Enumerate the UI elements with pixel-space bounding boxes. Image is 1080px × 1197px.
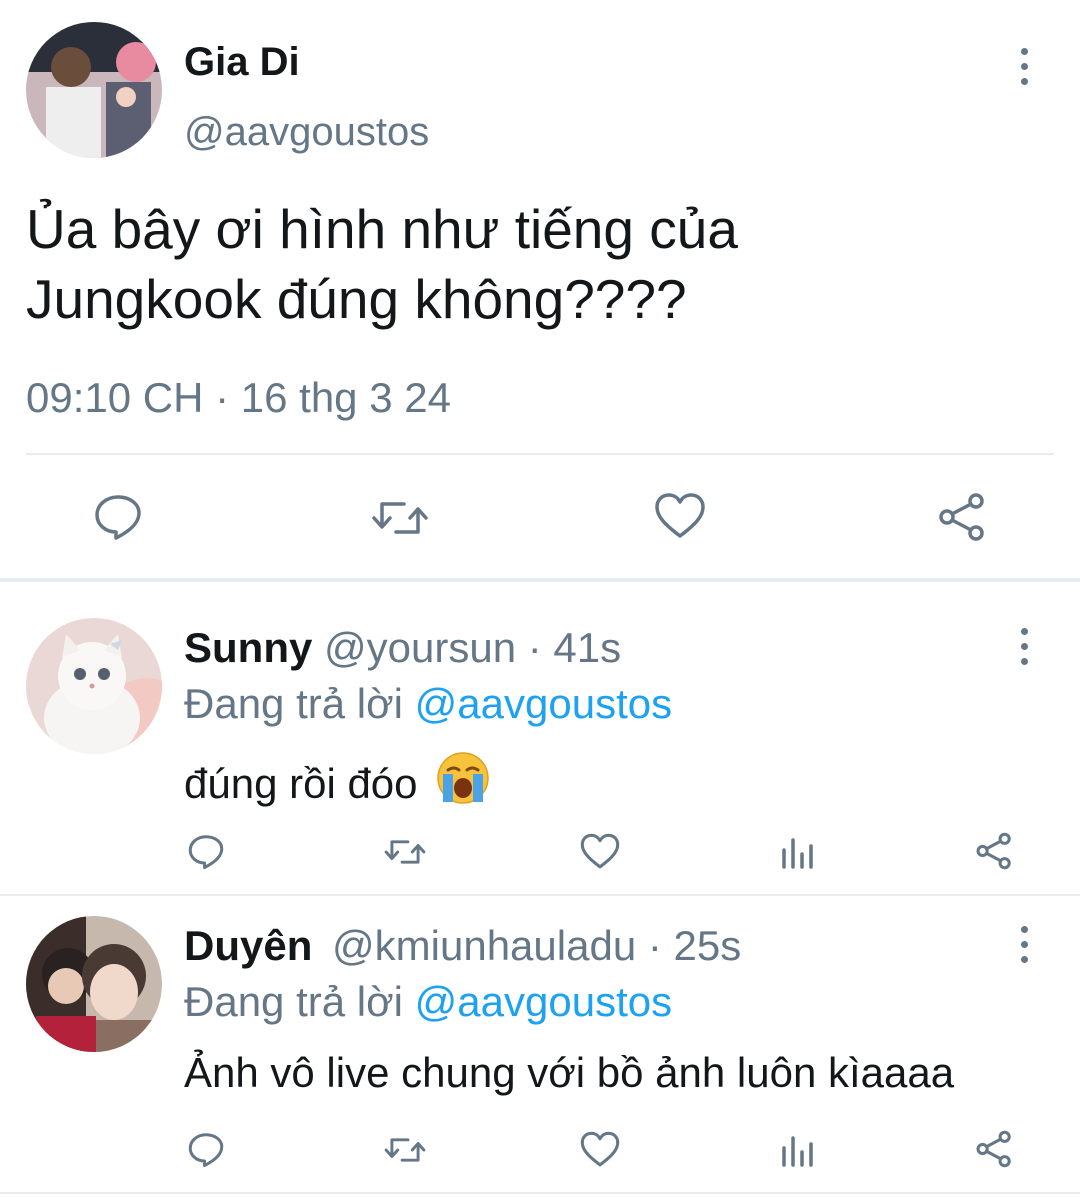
share-icon[interactable]: [974, 832, 1014, 870]
retweet-icon[interactable]: [383, 836, 427, 868]
reply-icon[interactable]: [188, 1130, 224, 1168]
reply-divider: [0, 1192, 1080, 1194]
like-icon[interactable]: [654, 492, 706, 540]
avatar[interactable]: [26, 618, 162, 754]
reply-text: Ảnh vô live chung với bồ ảnh luôn kìaaaa: [184, 1049, 955, 1096]
author-name[interactable]: Duyên: [184, 922, 312, 969]
replying-to: Đang trả lời @aavgoustos: [184, 978, 672, 1026]
reply-icon[interactable]: [94, 492, 142, 540]
divider: [26, 453, 1054, 455]
more-options-icon[interactable]: [1014, 926, 1034, 966]
share-icon[interactable]: [936, 492, 988, 542]
tweet-text-line-2: Jungkook đúng không????: [26, 268, 687, 330]
author-name[interactable]: Gia Di: [184, 38, 300, 86]
retweet-icon[interactable]: [383, 1134, 427, 1166]
share-icon[interactable]: [974, 1130, 1014, 1168]
reply-header: Sunny @yoursun · 41s: [184, 624, 621, 672]
reply-divider: [0, 894, 1080, 896]
avatar[interactable]: [26, 916, 162, 1052]
author-handle[interactable]: @kmiunhauladu: [332, 922, 636, 969]
tweet-text-line-1: Ủa bây ơi hình như tiếng của: [26, 198, 738, 260]
author-handle[interactable]: @aavgoustos: [184, 108, 429, 156]
analytics-icon[interactable]: [780, 836, 814, 870]
crying-emoji: [435, 750, 491, 817]
like-icon[interactable]: [580, 833, 620, 870]
replying-to-prefix: Đang trả lời: [184, 680, 403, 727]
reply-text: đúng rồi đóo: [184, 750, 491, 817]
reply-header: Duyên @kmiunhauladu · 25s: [184, 922, 741, 970]
replying-to: Đang trả lời @aavgoustos: [184, 680, 672, 728]
reply-time: · 41s: [527, 624, 622, 671]
section-divider: [0, 578, 1080, 582]
replying-to-prefix: Đang trả lời: [184, 978, 403, 1025]
tweet-timestamp[interactable]: 09:10 CH · 16 thg 3 24: [26, 374, 451, 422]
replying-to-handle[interactable]: @aavgoustos: [415, 680, 672, 727]
analytics-icon[interactable]: [780, 1134, 814, 1168]
more-options-icon[interactable]: [1014, 628, 1034, 668]
avatar[interactable]: [26, 22, 162, 158]
retweet-icon[interactable]: [370, 496, 430, 540]
author-handle[interactable]: @yoursun: [324, 624, 516, 671]
reply-time: · 25s: [647, 922, 742, 969]
like-icon[interactable]: [580, 1131, 620, 1168]
reply-text-content: đúng rồi đóo: [184, 760, 418, 807]
reply-icon[interactable]: [188, 832, 224, 870]
more-options-icon[interactable]: [1014, 48, 1034, 88]
author-name[interactable]: Sunny: [184, 624, 312, 671]
replying-to-handle[interactable]: @aavgoustos: [415, 978, 672, 1025]
